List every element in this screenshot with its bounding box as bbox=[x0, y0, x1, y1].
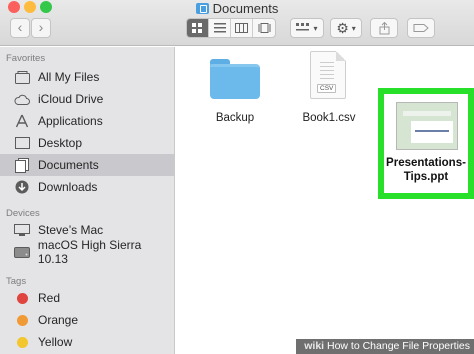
chevron-down-icon: ▾ bbox=[351, 23, 356, 33]
sidebar-item-label: Red bbox=[38, 291, 61, 305]
sidebar-item-label: iCloud Drive bbox=[38, 92, 104, 106]
icon-view-button[interactable] bbox=[187, 19, 209, 37]
favorites-header: Favorites bbox=[6, 53, 46, 64]
file-name-line-2: Tips.ppt bbox=[403, 171, 449, 183]
file-item-book1-csv[interactable]: CSV Book1.csv bbox=[294, 47, 364, 137]
sidebar-item-label: Orange bbox=[38, 313, 79, 327]
documents-folder-icon bbox=[195, 3, 209, 14]
downloads-icon bbox=[13, 180, 31, 194]
view-mode-selector bbox=[186, 18, 276, 38]
file-name-line-1: Presentations- bbox=[386, 157, 466, 169]
chevron-down-icon: ▾ bbox=[313, 23, 318, 33]
gallery-view-button[interactable] bbox=[253, 19, 275, 37]
sidebar-item-icloud-drive[interactable]: iCloud Drive bbox=[0, 88, 174, 110]
file-item-presentations-tips-ppt[interactable]: Presentations- Tips.ppt bbox=[378, 88, 474, 199]
disk-icon bbox=[13, 245, 31, 259]
gear-icon: ⚙ bbox=[336, 19, 349, 36]
chevron-left-icon: ‹ bbox=[17, 19, 23, 35]
window-toolbar: Documents ‹ › ▾ ⚙ ▾ bbox=[0, 0, 474, 46]
computer-icon bbox=[13, 223, 31, 237]
watermark-brand: wiki bbox=[304, 340, 325, 352]
sidebar-item-macos-high-sierra[interactable]: macOS High Sierra 10.13 bbox=[0, 238, 174, 266]
sidebar-item-label: Yellow bbox=[38, 335, 73, 349]
group-by-button[interactable]: ▾ bbox=[290, 18, 324, 38]
share-button[interactable] bbox=[370, 18, 398, 38]
file-browser-pane: Backup CSV Book1.csv Presentations- Tips… bbox=[176, 47, 474, 354]
back-button[interactable]: ‹ bbox=[10, 18, 30, 38]
file-name: Presentations- Tips.ppt bbox=[384, 156, 468, 184]
sidebar-item-label: Documents bbox=[38, 158, 99, 172]
sidebar-item-label: Applications bbox=[38, 114, 103, 128]
cloud-icon bbox=[13, 92, 31, 106]
file-extension-label: CSV bbox=[317, 84, 337, 93]
sidebar-item-label: Desktop bbox=[38, 136, 83, 150]
applications-icon bbox=[13, 114, 31, 128]
all-files-icon bbox=[13, 70, 31, 84]
group-icon bbox=[296, 23, 310, 31]
column-view-button[interactable] bbox=[231, 19, 253, 37]
sidebar-item-tag-orange[interactable]: Orange bbox=[0, 309, 174, 331]
tag-orange-dot-icon bbox=[13, 313, 31, 327]
documents-icon bbox=[13, 157, 31, 173]
tag-button[interactable] bbox=[407, 18, 435, 38]
tags-header: Tags bbox=[6, 276, 27, 287]
sidebar-item-all-my-files[interactable]: All My Files bbox=[0, 66, 174, 88]
sidebar-item-tag-yellow[interactable]: Yellow bbox=[0, 331, 174, 353]
sidebar-item-label: Downloads bbox=[38, 180, 98, 194]
file-name: Book1.csv bbox=[302, 112, 356, 124]
window-title: Documents bbox=[0, 1, 474, 17]
column-view-icon bbox=[235, 23, 248, 33]
sidebar-item-label: macOS High Sierra 10.13 bbox=[37, 238, 142, 266]
tag-red-dot-icon bbox=[13, 291, 31, 305]
share-icon bbox=[379, 21, 389, 34]
csv-document-icon: CSV bbox=[310, 51, 346, 99]
sidebar-item-tag-red[interactable]: Red bbox=[0, 287, 174, 309]
grid-view-icon bbox=[192, 22, 202, 33]
gallery-view-icon bbox=[258, 23, 270, 33]
sidebar-item-label: All My Files bbox=[38, 70, 100, 84]
window-title-text: Documents bbox=[212, 1, 279, 16]
watermark: wiki How to Change File Properties bbox=[296, 339, 474, 354]
list-view-button[interactable] bbox=[209, 19, 231, 37]
watermark-text: How to Change File Properties bbox=[327, 340, 470, 352]
sidebar: Favorites All My Files iCloud Drive Appl… bbox=[0, 47, 175, 354]
forward-button[interactable]: › bbox=[31, 18, 51, 38]
sidebar-item-label: Steve’s Mac bbox=[38, 223, 104, 237]
presentation-thumbnail-icon bbox=[396, 102, 458, 150]
sidebar-item-downloads[interactable]: Downloads bbox=[0, 176, 174, 198]
file-item-backup[interactable]: Backup bbox=[176, 47, 294, 137]
devices-header: Devices bbox=[6, 208, 40, 219]
folder-icon bbox=[210, 59, 260, 99]
action-button[interactable]: ⚙ ▾ bbox=[330, 18, 362, 38]
desktop-icon bbox=[13, 136, 31, 150]
file-name: Backup bbox=[215, 112, 255, 124]
sidebar-item-documents[interactable]: Documents bbox=[0, 154, 174, 176]
sidebar-item-applications[interactable]: Applications bbox=[0, 110, 174, 132]
chevron-right-icon: › bbox=[38, 19, 44, 35]
tag-icon bbox=[413, 24, 429, 32]
tag-yellow-dot-icon bbox=[13, 335, 31, 349]
list-view-icon bbox=[213, 23, 226, 33]
sidebar-item-desktop[interactable]: Desktop bbox=[0, 132, 174, 154]
